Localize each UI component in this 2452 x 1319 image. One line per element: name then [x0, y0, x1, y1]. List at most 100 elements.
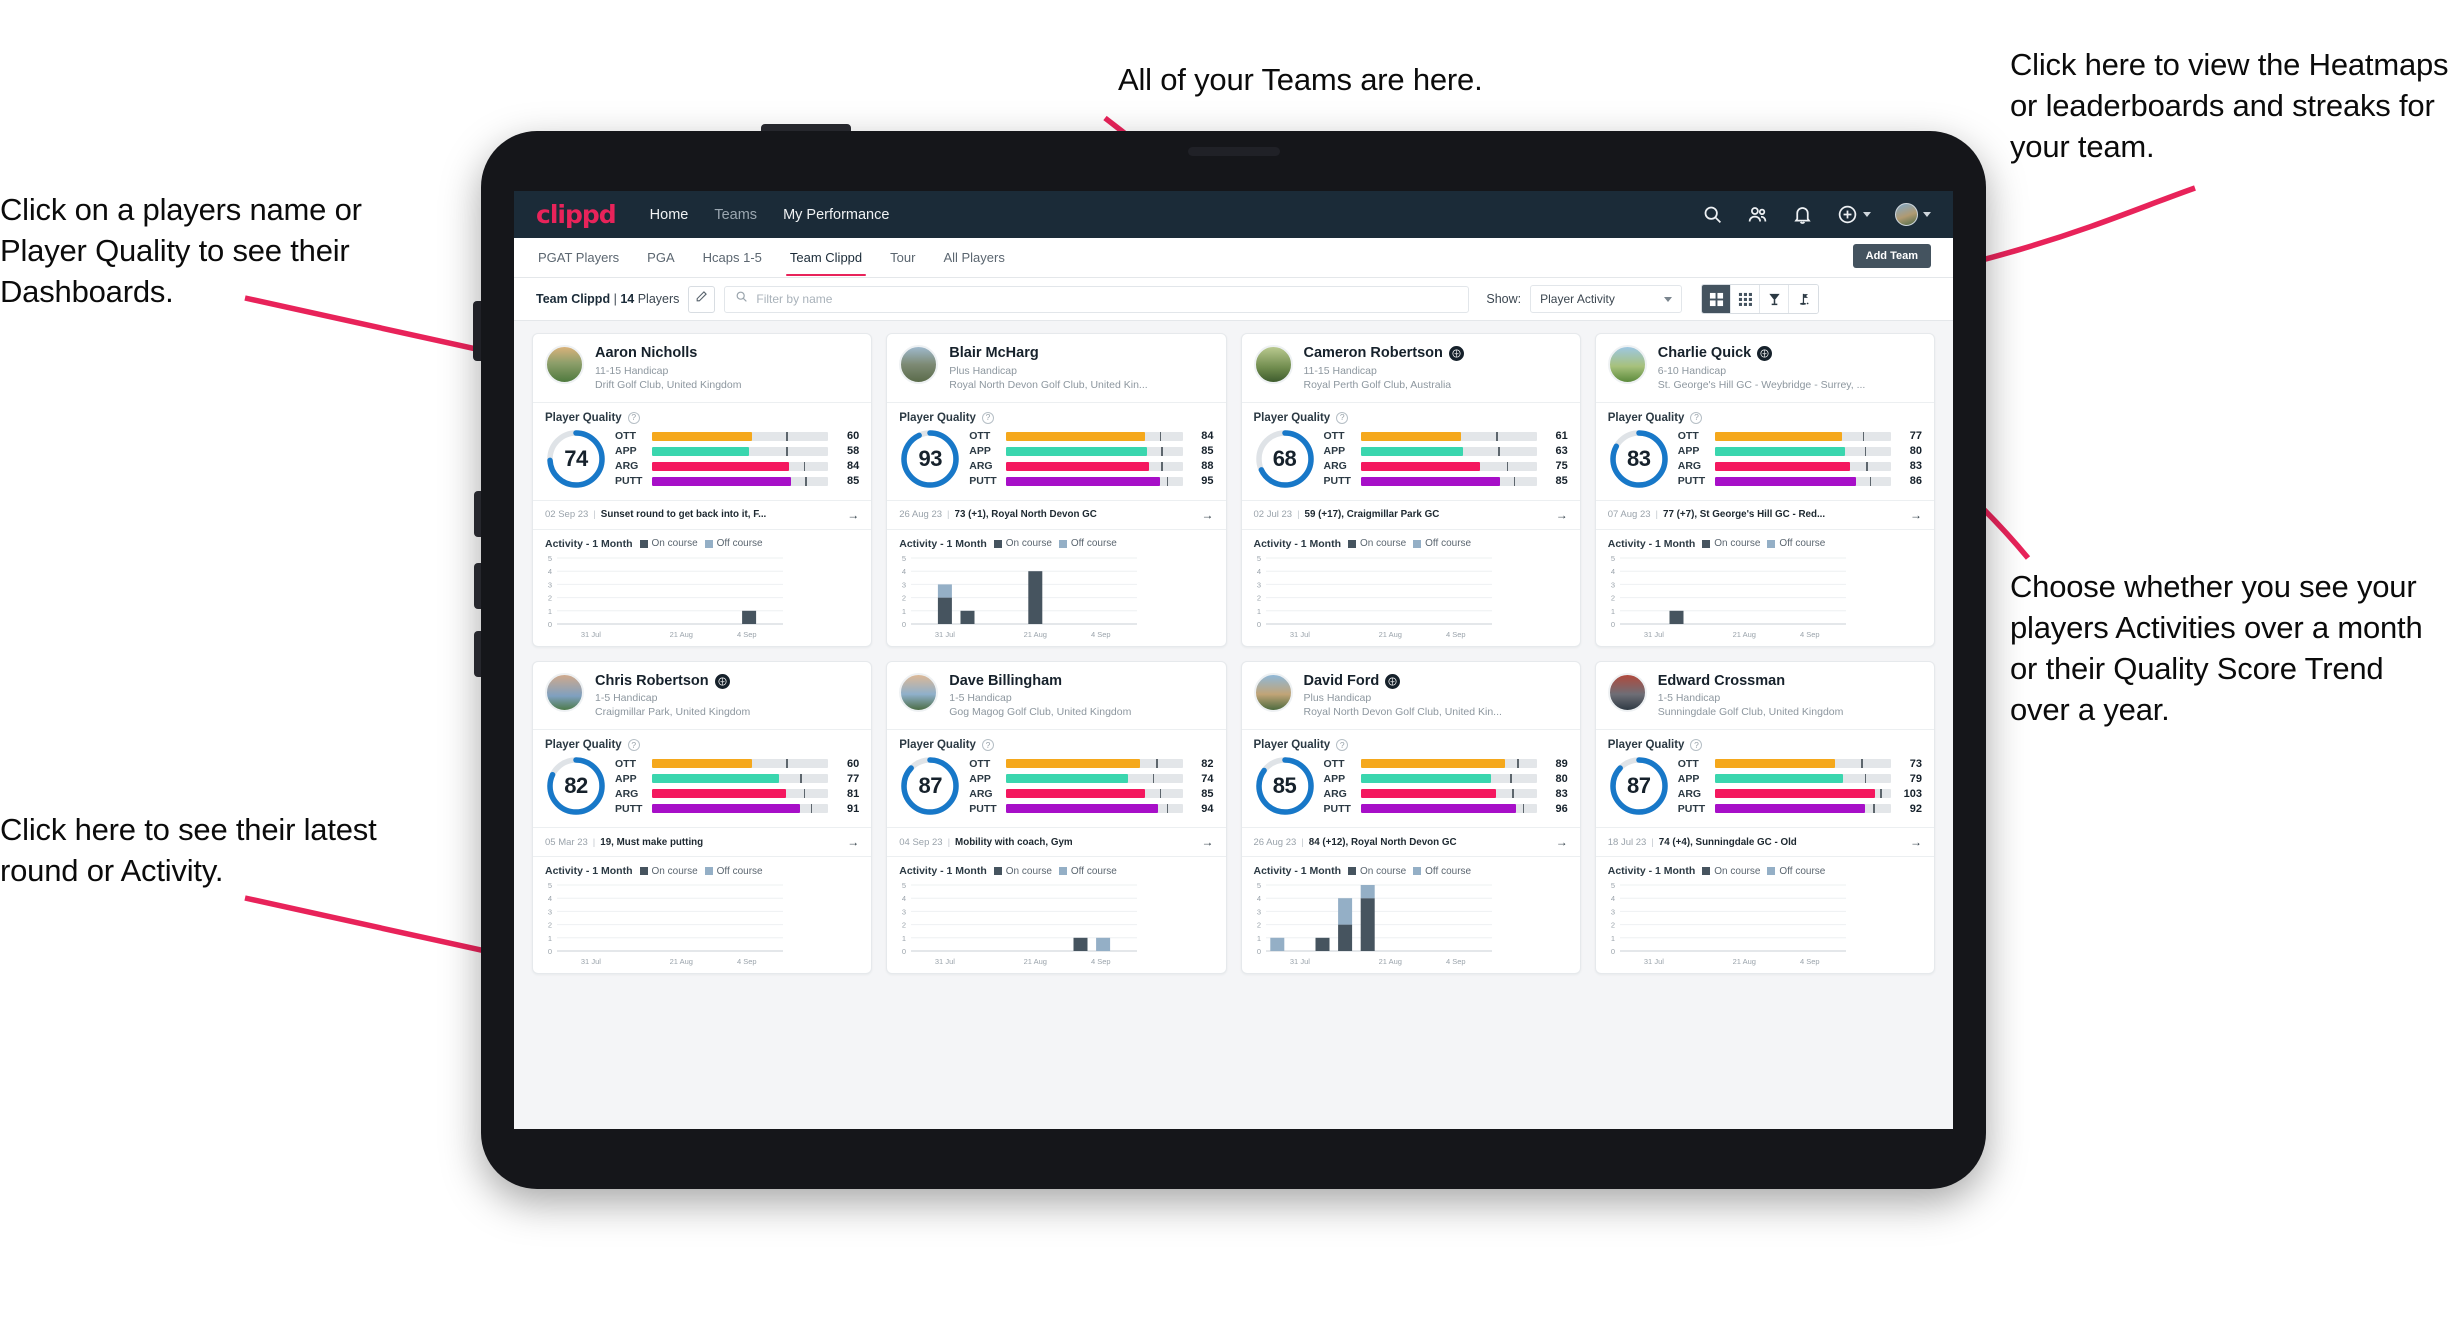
player-name[interactable]: Dave Billingham [949, 673, 1131, 690]
clippd-logo[interactable]: clippd [536, 200, 617, 229]
grid-large-view-button[interactable] [1702, 285, 1732, 313]
player-quality-body[interactable]: 87 OTT 73 APP 79 ARG 103 PUTT 92 [1596, 753, 1934, 827]
activity-header: Activity - 1 Month On course Off course [887, 857, 1225, 881]
player-name-text: David Ford [1303, 672, 1380, 689]
arrow-right-icon[interactable]: → [1550, 835, 1568, 849]
svg-text:2: 2 [902, 593, 906, 602]
player-quality-body[interactable]: 82 OTT 60 APP 77 ARG 81 PUTT 91 [533, 753, 871, 827]
player-card[interactable]: Chris Robertson 1-5 Handicap Craigmillar… [532, 660, 873, 975]
help-icon[interactable]: ? [1336, 739, 1349, 752]
player-name[interactable]: Aaron Nicholls [595, 345, 741, 362]
help-icon[interactable]: ? [981, 411, 994, 424]
last-round-text: Mobility with coach, Gym [955, 836, 1073, 848]
metric-label: ARG [1677, 460, 1702, 473]
tab-team-clippd[interactable]: Team Clippd [785, 239, 867, 276]
arrow-right-icon[interactable]: → [1196, 508, 1214, 522]
player-quality-body[interactable]: 87 OTT 82 APP 74 ARG 85 PUTT 94 [887, 753, 1225, 827]
metric-label: ARG [615, 787, 639, 800]
player-card[interactable]: Aaron Nicholls 11-15 Handicap Drift Golf… [532, 333, 873, 647]
metric-row: PUTT 96 [1324, 803, 1568, 815]
edit-team-button[interactable] [688, 285, 716, 313]
verified-badge-icon [714, 673, 730, 689]
metric-label: APP [1323, 772, 1346, 785]
arrow-right-icon[interactable]: → [1196, 835, 1214, 849]
player-name[interactable]: Edward Crossman [1658, 673, 1844, 690]
last-round-separator: | [1651, 836, 1654, 848]
player-card-header[interactable]: Charlie Quick 6-10 Handicap St. George's… [1596, 334, 1934, 402]
player-card-header[interactable]: Aaron Nicholls 11-15 Handicap Drift Golf… [533, 334, 871, 402]
help-icon[interactable]: ? [1690, 411, 1703, 424]
player-card-header[interactable]: Chris Robertson 1-5 Handicap Craigmillar… [533, 662, 871, 730]
tab-all-players[interactable]: All Players [941, 239, 1006, 276]
nav-item-my-performance[interactable]: My Performance [783, 207, 889, 223]
last-round-row[interactable]: 18 Jul 23 | 74 (+4), Sunningdale GC - Ol… [1595, 827, 1934, 858]
last-round-row[interactable]: 02 Sep 23 | Sunset round to get back int… [533, 499, 872, 530]
bell-icon[interactable] [1792, 204, 1813, 225]
help-icon[interactable]: ? [1690, 739, 1703, 752]
player-card[interactable]: David Ford Plus Handicap Royal North Dev… [1240, 660, 1581, 975]
player-name[interactable]: Chris Robertson [595, 673, 750, 690]
player-card[interactable]: Charlie Quick 6-10 Handicap St. George's… [1594, 333, 1935, 647]
show-select[interactable]: Player Activity [1530, 285, 1683, 313]
player-card[interactable]: Edward Crossman 1-5 Handicap Sunningdale… [1594, 660, 1935, 975]
last-round-row[interactable]: 07 Aug 23 | 77 (+7), St George's Hill GC… [1595, 499, 1934, 530]
add-team-button[interactable]: Add Team [1852, 244, 1931, 268]
player-card-header[interactable]: Dave Billingham 1-5 Handicap Gog Magog G… [887, 662, 1225, 730]
player-quality-body[interactable]: 74 OTT 60 APP 58 ARG 84 PUTT 85 [533, 426, 871, 500]
search-input[interactable]: Filter by name [724, 285, 1470, 313]
player-name[interactable]: Cameron Robertson [1304, 345, 1464, 362]
player-quality-header: Player Quality ? [887, 403, 1225, 426]
svg-text:0: 0 [548, 620, 552, 629]
people-icon[interactable] [1747, 204, 1768, 225]
player-card[interactable]: Cameron Robertson 11-15 Handicap Royal P… [1240, 333, 1581, 647]
golf-flag-heatmap-view-button[interactable] [1789, 285, 1819, 313]
player-quality-body[interactable]: 85 OTT 89 APP 80 ARG 83 PUTT 96 [1242, 753, 1580, 827]
tab-hcaps-1-5[interactable]: Hcaps 1-5 [701, 239, 764, 276]
tab-pga[interactable]: PGA [645, 239, 676, 276]
player-card-header[interactable]: Blair McHarg Plus Handicap Royal North D… [887, 334, 1225, 402]
player-card-header[interactable]: David Ford Plus Handicap Royal North Dev… [1242, 662, 1580, 730]
svg-text:4 Sep: 4 Sep [1091, 957, 1111, 966]
svg-text:2: 2 [1256, 593, 1260, 602]
player-card[interactable]: Dave Billingham 1-5 Handicap Gog Magog G… [886, 660, 1227, 975]
search-icon[interactable] [1702, 204, 1723, 225]
arrow-right-icon[interactable]: → [841, 508, 859, 522]
last-round-row[interactable]: 05 Mar 23 | 19, Must make putting → [533, 827, 872, 858]
player-name[interactable]: Charlie Quick [1658, 345, 1866, 362]
nav-item-home[interactable]: Home [650, 207, 689, 223]
player-card-header[interactable]: Edward Crossman 1-5 Handicap Sunningdale… [1596, 662, 1934, 730]
last-round-row[interactable]: 26 Aug 23 | 84 (+12), Royal North Devon … [1241, 827, 1580, 858]
player-quality-body[interactable]: 83 OTT 77 APP 80 ARG 83 PUTT 86 [1596, 426, 1934, 500]
metric-row: APP 58 [615, 445, 859, 457]
player-name[interactable]: David Ford [1304, 673, 1502, 690]
help-icon[interactable]: ? [981, 739, 994, 752]
nav-item-teams[interactable]: Teams [714, 207, 757, 223]
help-icon[interactable]: ? [627, 411, 640, 424]
metric-row: OTT 60 [615, 430, 859, 442]
trophy-leaderboard-view-button[interactable] [1760, 285, 1790, 313]
grid-small-view-button[interactable] [1731, 285, 1761, 313]
activity-chart: 0 1 2 3 4 5 31 Jul 21 Aug 4 Sep [887, 881, 1225, 973]
tab-tour[interactable]: Tour [888, 239, 917, 276]
user-menu-button[interactable] [1895, 203, 1931, 226]
last-round-row[interactable]: 04 Sep 23 | Mobility with coach, Gym → [887, 827, 1226, 858]
player-card[interactable]: Blair McHarg Plus Handicap Royal North D… [886, 333, 1227, 647]
tab-pgat-players[interactable]: PGAT Players [536, 239, 621, 276]
player-quality-body[interactable]: 68 OTT 61 APP 63 ARG 75 PUTT 85 [1242, 426, 1580, 500]
metric-label: PUTT [969, 475, 997, 488]
last-round-row[interactable]: 02 Jul 23 | 59 (+17), Craigmillar Park G… [1241, 499, 1580, 530]
metrics-list: OTT 60 APP 58 ARG 84 PUTT 85 [615, 430, 859, 487]
last-round-row[interactable]: 26 Aug 23 | 73 (+1), Royal North Devon G… [887, 499, 1226, 530]
legend-swatch-on [1702, 539, 1711, 548]
arrow-right-icon[interactable]: → [1904, 508, 1922, 522]
player-card-header[interactable]: Cameron Robertson 11-15 Handicap Royal P… [1242, 334, 1580, 402]
plus-circle-button[interactable] [1837, 204, 1871, 225]
player-name[interactable]: Blair McHarg [949, 345, 1147, 362]
help-icon[interactable]: ? [627, 739, 640, 752]
arrow-right-icon[interactable]: → [1904, 835, 1922, 849]
help-icon[interactable]: ? [1336, 411, 1349, 424]
arrow-right-icon[interactable]: → [841, 835, 859, 849]
player-club: Sunningdale Golf Club, United Kingdom [1657, 706, 1844, 719]
arrow-right-icon[interactable]: → [1550, 508, 1568, 522]
player-quality-body[interactable]: 93 OTT 84 APP 85 ARG 88 PUTT 95 [887, 426, 1225, 500]
